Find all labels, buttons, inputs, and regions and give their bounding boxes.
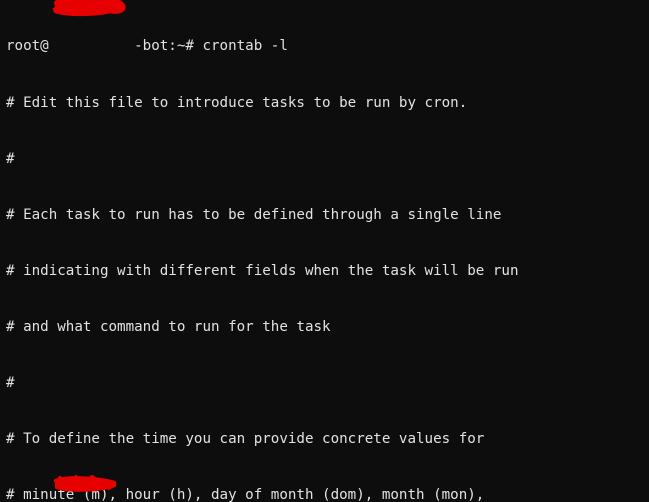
terminal-line: # <box>6 150 15 167</box>
terminal-line: # indicating with different fields when … <box>6 262 519 279</box>
terminal-line: # Edit this file to introduce tasks to b… <box>6 94 468 111</box>
terminal-output: root@ -bot:~# crontab -l # Edit this fil… <box>6 0 595 502</box>
terminal-window[interactable]: root@ -bot:~# crontab -l # Edit this fil… <box>0 0 649 502</box>
terminal-line: root@ -bot:~# crontab -l <box>6 38 288 55</box>
terminal-line: # <box>6 374 15 391</box>
terminal-line: # Each task to run has to be defined thr… <box>6 206 502 223</box>
terminal-line: # minute (m), hour (h), day of month (do… <box>6 487 485 502</box>
terminal-line: # and what command to run for the task <box>6 318 331 335</box>
terminal-line: # To define the time you can provide con… <box>6 431 485 448</box>
